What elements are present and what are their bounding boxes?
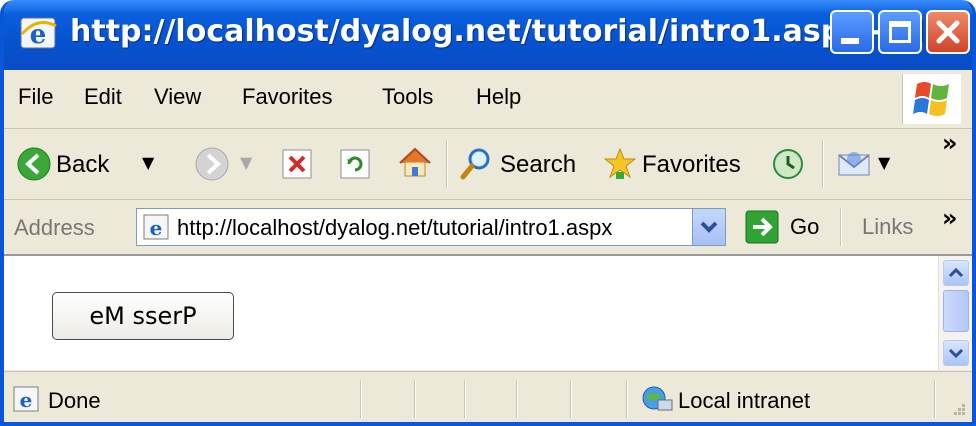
menu-file[interactable]: File	[18, 84, 53, 110]
mail-envelope-icon	[838, 152, 870, 176]
search-button[interactable]: Search	[456, 139, 586, 189]
maximize-button[interactable]	[878, 10, 922, 54]
go-label: Go	[790, 214, 820, 239]
toolbar-separator	[822, 141, 824, 187]
status-separator	[626, 380, 628, 418]
page-icon: e	[143, 214, 169, 240]
toolbar-separator	[840, 208, 842, 246]
window-title: http://localhost/dyalog.net/tutorial/int…	[70, 14, 959, 49]
browser-window: e http://localhost/dyalog.net/tutorial/i…	[0, 0, 976, 426]
chevron-up-icon	[948, 267, 964, 278]
go-button[interactable]: Go	[744, 208, 828, 246]
resize-grip-icon[interactable]	[948, 402, 968, 422]
go-arrow-icon	[745, 210, 779, 244]
favorites-label: Favorites	[642, 151, 741, 178]
press-me-button[interactable]: eM sserP	[52, 292, 234, 340]
zone-label: Local intranet	[678, 388, 811, 413]
standard-toolbar: Back ▼ ▼ Search Favorites ▼ »	[4, 129, 972, 200]
mail-button[interactable]: ▼	[834, 139, 898, 189]
back-dropdown-icon[interactable]: ▼	[142, 153, 154, 172]
local-intranet-icon	[642, 386, 673, 411]
scroll-up-button[interactable]	[943, 260, 969, 286]
scroll-down-button[interactable]	[943, 340, 969, 366]
search-icon	[460, 148, 490, 180]
chevron-down-icon	[948, 348, 964, 359]
status-separator	[570, 380, 572, 418]
forward-button[interactable]: ▼	[190, 139, 260, 189]
mail-dropdown-icon[interactable]: ▼	[878, 153, 890, 172]
status-separator	[360, 380, 362, 418]
back-arrow-icon	[17, 147, 51, 181]
menu-favorites[interactable]: Favorites	[242, 84, 332, 110]
search-label: Search	[500, 151, 577, 178]
address-label: Address	[14, 215, 95, 240]
status-separator	[516, 380, 518, 418]
menu-view[interactable]: View	[154, 84, 201, 110]
scroll-thumb[interactable]	[943, 290, 969, 332]
stop-icon[interactable]	[280, 147, 314, 181]
status-separator	[464, 380, 466, 418]
menu-bar: File Edit View Favorites Tools Help	[4, 70, 972, 129]
status-text: Done	[48, 388, 101, 413]
maximize-icon	[889, 21, 911, 43]
back-label: Back	[56, 151, 110, 178]
status-separator	[934, 380, 936, 418]
status-separator	[414, 380, 416, 418]
toolbar-overflow-chevron[interactable]: »	[942, 129, 958, 157]
status-bar: e Done Local intranet	[4, 371, 972, 422]
forward-dropdown-icon[interactable]: ▼	[240, 153, 252, 172]
favorites-star-icon	[603, 147, 637, 179]
page-status-icon: e	[13, 386, 39, 412]
forward-arrow-icon	[195, 147, 229, 181]
chevron-down-icon	[700, 221, 718, 233]
title-bar[interactable]: e http://localhost/dyalog.net/tutorial/i…	[4, 0, 972, 70]
links-overflow-chevron[interactable]: »	[942, 204, 958, 232]
address-bar: Address e http://localhost/dyalog.net/tu…	[4, 200, 972, 256]
menu-edit[interactable]: Edit	[84, 84, 122, 110]
menu-tools[interactable]: Tools	[382, 84, 433, 110]
address-input[interactable]: e http://localhost/dyalog.net/tutorial/i…	[136, 208, 726, 246]
favorites-button[interactable]: Favorites	[600, 139, 750, 189]
links-label[interactable]: Links	[862, 214, 913, 240]
address-url: http://localhost/dyalog.net/tutorial/int…	[177, 215, 613, 240]
close-button[interactable]	[926, 10, 970, 54]
menu-help[interactable]: Help	[476, 84, 521, 110]
svg-text:e: e	[150, 216, 163, 240]
minimize-button[interactable]	[830, 10, 874, 54]
home-icon[interactable]	[396, 145, 434, 179]
svg-text:e: e	[20, 388, 33, 412]
address-dropdown-button[interactable]	[692, 209, 725, 245]
minimize-icon	[841, 38, 859, 44]
windows-logo-icon	[902, 74, 961, 124]
toolbar-separator	[446, 141, 448, 187]
vertical-scrollbar[interactable]	[938, 256, 972, 370]
ie-logo-icon: e	[20, 17, 57, 50]
refresh-icon[interactable]	[338, 147, 372, 181]
close-icon	[936, 20, 960, 44]
history-icon[interactable]	[770, 146, 806, 182]
back-button[interactable]: Back ▼	[12, 139, 172, 189]
